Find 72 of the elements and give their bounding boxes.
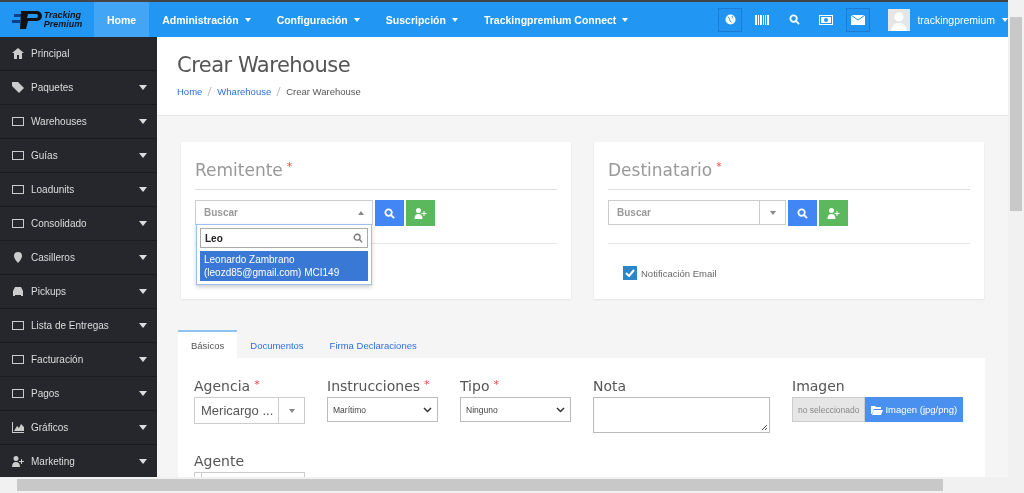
required-mark: * [424, 378, 430, 393]
tags-icon [12, 82, 24, 93]
field-label: Instrucciones [327, 378, 421, 396]
sidebar-item[interactable]: Warehouses [0, 105, 157, 139]
note-field[interactable] [593, 397, 770, 433]
required-mark: * [286, 160, 293, 175]
search-icon [788, 14, 800, 25]
sidebar-item[interactable]: Loadunits [0, 173, 157, 207]
search-icon [353, 233, 363, 243]
globe-icon [724, 14, 736, 25]
required-mark: * [493, 378, 499, 393]
field-label: Imagen [792, 378, 845, 396]
sidebar-item[interactable]: Gráficos [0, 411, 157, 445]
sidebar-item[interactable]: Lista de Entregas [0, 309, 157, 343]
field-label: Agencia [194, 378, 251, 396]
sidebar-item[interactable]: Casilleros [0, 241, 157, 275]
avatar-icon [888, 8, 911, 31]
vertical-scrollbar[interactable] [1008, 0, 1024, 477]
select-field[interactable]: Mericargo ... [194, 397, 305, 424]
required-mark: * [716, 160, 722, 175]
sidebar-item[interactable]: Consolidado [0, 207, 157, 241]
card-title: Destinatario [608, 160, 713, 180]
folder-icon [871, 404, 884, 415]
page-title: Crear Warehouse [177, 53, 352, 77]
resize-grip-icon [761, 424, 768, 431]
sidebar-item[interactable]: Facturación [0, 343, 157, 377]
search-icon [384, 207, 395, 219]
search-icon [797, 207, 808, 219]
chevron-icon [556, 406, 565, 413]
tab[interactable]: Documentos [237, 330, 317, 358]
field-label: Nota [593, 378, 627, 396]
user-plus-icon [12, 456, 24, 467]
add-user-button[interactable] [819, 200, 848, 226]
dropdown-option[interactable]: Leonardo Zambrano (leozd85@gmail.com) MCI149 [200, 251, 368, 281]
logo-text: Premium [43, 19, 83, 29]
home-icon [12, 48, 24, 59]
field-label: Tipo [460, 378, 490, 396]
file-name-field: no seleccionado [792, 397, 866, 422]
chevron-icon [423, 406, 432, 413]
logo-text: Tracking [43, 10, 83, 20]
search-button[interactable] [375, 200, 404, 226]
user-plus-icon [414, 207, 427, 219]
card-title: Remitente [195, 160, 283, 180]
logo[interactable]: Tracking Premium [0, 2, 94, 37]
envelope-icon [851, 14, 866, 25]
required-mark: * [254, 378, 260, 393]
user-plus-icon [827, 207, 840, 219]
sidebar-item[interactable]: Pickups [0, 275, 157, 309]
caret-icon [288, 408, 295, 413]
add-user-button[interactable] [406, 200, 435, 226]
logo-icon [11, 9, 42, 30]
checkbox[interactable] [623, 266, 637, 280]
select-field[interactable]: Marítimo [327, 397, 438, 422]
car-icon [12, 286, 24, 297]
envelope-button[interactable] [846, 7, 871, 32]
tab[interactable]: Firma Declaraciones [316, 330, 430, 358]
breadcrumb-link[interactable]: Wharehouse [217, 86, 272, 97]
sidebar-item[interactable]: Guías [0, 139, 157, 173]
barcode-icon [755, 14, 770, 25]
sidebar-item[interactable]: Pagos [0, 377, 157, 411]
select-field[interactable]: Ninguno [460, 397, 571, 422]
tab[interactable]: Básicos [178, 330, 238, 358]
field-label: Agente [194, 453, 245, 471]
breadcrumb-link[interactable]: Home [177, 86, 203, 97]
checkbox-label: Notificación Email [641, 267, 717, 279]
globe-button[interactable] [718, 7, 743, 32]
area-chart-icon [12, 422, 24, 433]
search-field[interactable]: Leo [200, 228, 368, 248]
search-button[interactable] [788, 200, 817, 226]
pin-icon [12, 252, 24, 263]
horizontal-scrollbar[interactable] [0, 477, 1024, 493]
breadcrumb-current: Crear Warehouse [286, 86, 361, 97]
